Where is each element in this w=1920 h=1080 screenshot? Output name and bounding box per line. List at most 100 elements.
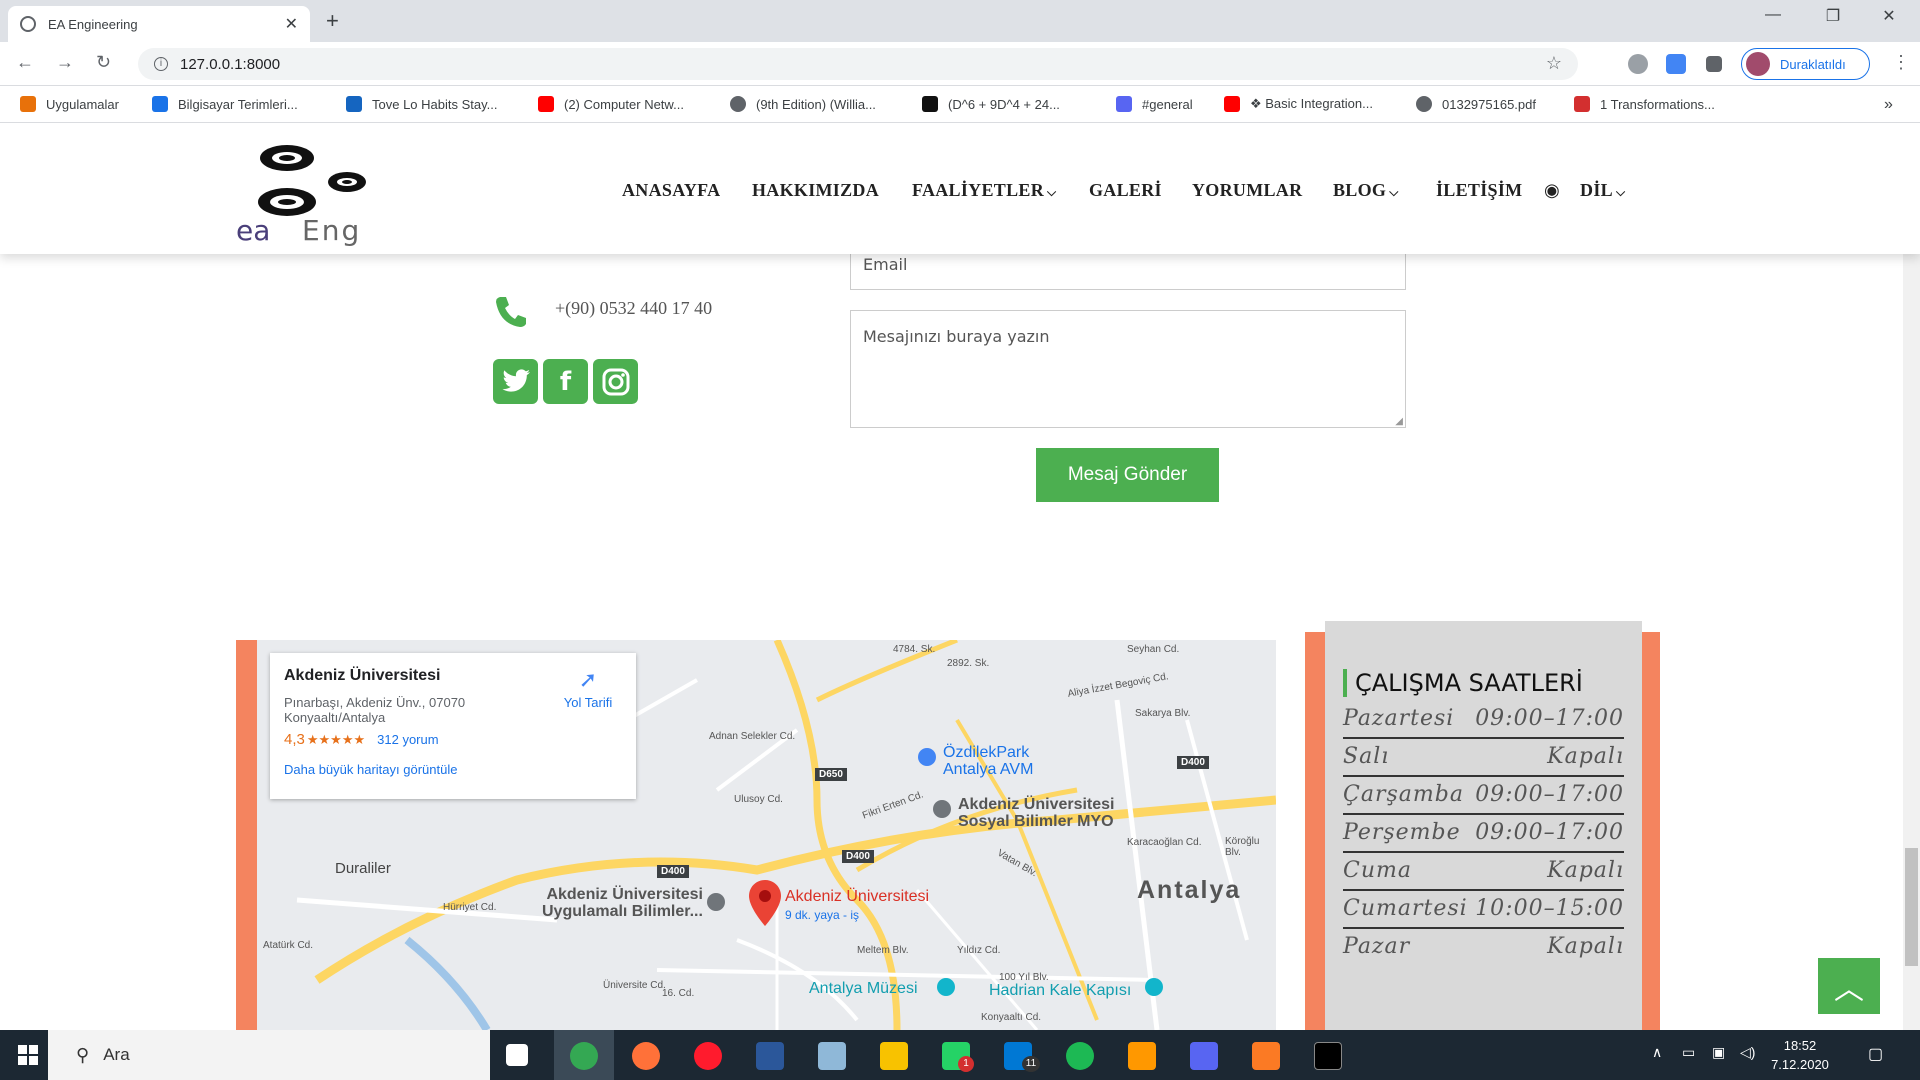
file-explorer-icon[interactable] <box>880 1042 908 1070</box>
directions-button[interactable]: ➚ Yol Tarifi <box>553 667 623 710</box>
chevron-up-icon[interactable]: ∧ <box>1652 1044 1662 1061</box>
extensions-puzzle-icon[interactable] <box>1706 56 1722 72</box>
bookmark-item[interactable]: 1 Transformations... <box>1574 96 1715 112</box>
battery-icon[interactable]: ▭ <box>1682 1044 1695 1061</box>
nav-yorumlar[interactable]: YORUMLAR <box>1192 180 1302 201</box>
hours-day: Perşembe <box>1343 820 1461 845</box>
hours-time: Kapalı <box>1547 858 1624 883</box>
url-text: 127.0.0.1:8000 <box>180 55 281 73</box>
landmark-pin-icon[interactable] <box>1145 978 1163 996</box>
firefox-icon[interactable] <box>632 1042 660 1070</box>
terminal-icon[interactable] <box>1314 1042 1342 1070</box>
message-field[interactable]: Mesajınızı buraya yazın ◢ <box>850 310 1406 428</box>
xampp-icon[interactable] <box>1252 1042 1280 1070</box>
bookmark-item[interactable]: 0132975165.pdf <box>1416 96 1536 112</box>
hours-day: Pazartesi <box>1343 706 1455 731</box>
translate-extension-icon[interactable] <box>1666 54 1686 74</box>
twitter-icon[interactable] <box>493 359 538 404</box>
close-tab-icon[interactable]: ✕ <box>285 14 298 34</box>
network-icon[interactable]: ▣ <box>1712 1044 1725 1061</box>
nav-blog[interactable]: BLOG ⌵ <box>1333 180 1399 201</box>
symbolab-icon <box>922 96 938 112</box>
reload-icon[interactable]: ↻ <box>96 52 111 73</box>
school-pin-icon[interactable] <box>933 800 951 818</box>
street-label: Seyhan Cd. <box>1127 644 1180 655</box>
site-info-icon[interactable]: i <box>154 57 168 71</box>
bookmarks-bar: Uygulamalar Bilgisayar Terimleri... Tove… <box>0 87 1920 123</box>
spotify-icon[interactable] <box>1066 1042 1094 1070</box>
phone-number[interactable]: +(90) 0532 440 17 40 <box>555 298 712 319</box>
discord-icon[interactable] <box>1190 1042 1218 1070</box>
nav-anasayfa[interactable]: ANASAYFA <box>622 180 720 201</box>
hours-time: Kapalı <box>1547 744 1624 769</box>
school-pin-icon[interactable] <box>707 893 725 911</box>
chrome-menu-icon[interactable]: ⋮ <box>1892 52 1910 73</box>
nav-galeri[interactable]: GALERİ <box>1089 180 1162 201</box>
nav-faaliyetler[interactable]: FAALİYETLER ⌵ <box>912 180 1056 201</box>
hours-time: 09:00–17:00 <box>1475 820 1624 845</box>
close-window-icon[interactable]: ✕ <box>1874 6 1904 26</box>
poi-label[interactable]: Akdeniz Üniversitesi Uygulamalı Bilimler.… <box>542 886 703 920</box>
larger-map-link[interactable]: Daha büyük haritayı görüntüle <box>284 762 622 777</box>
taskbar-search[interactable]: ⚲ Ara <box>48 1030 490 1080</box>
bookmark-star-icon[interactable]: ☆ <box>1546 53 1562 74</box>
bookmark-item[interactable]: Tove Lo Habits Stay... <box>346 96 498 112</box>
street-label: Konyaaltı Cd. <box>981 1012 1042 1023</box>
bookmark-item[interactable]: (9th Edition) (Willia... <box>730 96 876 112</box>
windows-start-icon[interactable] <box>18 1045 38 1065</box>
scrollbar-thumb[interactable] <box>1905 848 1918 966</box>
nav-iletisim[interactable]: İLETİŞİM <box>1436 180 1522 201</box>
bookmark-item[interactable]: Uygulamalar <box>20 96 119 112</box>
bookmark-item[interactable]: Bilgisayar Terimleri... <box>152 96 298 112</box>
reviews-link[interactable]: 312 yorum <box>377 732 438 747</box>
poi-name: Akdeniz Üniversitesi <box>546 886 703 903</box>
location-marker-icon[interactable] <box>749 880 781 926</box>
resize-handle-icon[interactable]: ◢ <box>1395 416 1403 427</box>
scroll-to-top-button[interactable]: ︿ <box>1818 958 1880 1014</box>
more-bookmarks-button[interactable]: » <box>1884 96 1893 114</box>
facebook-icon[interactable]: f <box>543 359 588 404</box>
bookmark-item[interactable]: #general <box>1116 96 1193 112</box>
poi-label[interactable]: ÖzdilekPark Antalya AVM <box>943 744 1033 778</box>
opera-icon[interactable] <box>694 1042 722 1070</box>
poi-label[interactable]: Antalya Müzesi <box>809 980 918 998</box>
street-label: Hürriyet Cd. <box>443 902 497 913</box>
volume-icon[interactable]: ◁) <box>1740 1044 1755 1061</box>
new-tab-button[interactable]: + <box>326 8 339 34</box>
bookmark-item[interactable]: (2) Computer Netw... <box>538 96 684 112</box>
bookmark-item[interactable]: (D^6 + 9D^4 + 24... <box>922 96 1060 112</box>
nav-language[interactable]: ◉ DİL ⌵ <box>1544 180 1625 201</box>
chrome-taskbar-item[interactable] <box>554 1030 614 1080</box>
send-message-button[interactable]: Mesaj Gönder <box>1036 448 1219 502</box>
road-shield: D650 <box>815 768 847 781</box>
back-icon[interactable]: ← <box>16 52 34 73</box>
instagram-icon[interactable] <box>593 359 638 404</box>
poi-label[interactable]: Hadrian Kale Kapısı <box>989 982 1131 1000</box>
bookmark-item[interactable]: ❖ Basic Integration... <box>1224 96 1373 112</box>
discord-extension-icon[interactable] <box>1628 54 1648 74</box>
museum-pin-icon[interactable] <box>937 978 955 996</box>
hours-row: Pazar Kapalı <box>1343 929 1624 967</box>
notes-icon[interactable] <box>818 1042 846 1070</box>
sublime-icon[interactable] <box>1128 1042 1156 1070</box>
notifications-icon[interactable]: ▢ <box>1868 1044 1883 1064</box>
nav-hakkimizda[interactable]: HAKKIMIZDA <box>752 180 879 201</box>
street-label: Adnan Selekler Cd. <box>709 731 796 742</box>
restore-icon[interactable]: ❐ <box>1818 6 1848 26</box>
poi-label[interactable]: Akdeniz Üniversitesi Sosyal Bilimler MYO <box>958 796 1115 830</box>
search-icon: ⚲ <box>76 1044 90 1065</box>
logo-text-eng: Eng <box>302 214 362 247</box>
profile-button[interactable]: Duraklatıldı <box>1741 48 1870 80</box>
forward-icon[interactable]: → <box>56 52 74 73</box>
word-icon[interactable] <box>756 1042 784 1070</box>
task-view-icon[interactable] <box>506 1044 528 1066</box>
profile-label: Duraklatıldı <box>1780 56 1846 72</box>
minimize-icon[interactable]: — <box>1758 6 1788 24</box>
street-label: 4784. Sk. <box>893 644 936 655</box>
shopping-pin-icon[interactable] <box>918 748 936 766</box>
site-logo[interactable]: ea Eng <box>236 136 372 248</box>
address-bar[interactable]: i 127.0.0.1:8000 ☆ <box>138 48 1578 80</box>
browser-tab[interactable]: EA Engineering ✕ <box>8 6 310 42</box>
hours-row: Çarşamba 09:00–17:00 <box>1343 777 1624 815</box>
system-clock[interactable]: 18:52 7.12.2020 <box>1762 1036 1838 1074</box>
